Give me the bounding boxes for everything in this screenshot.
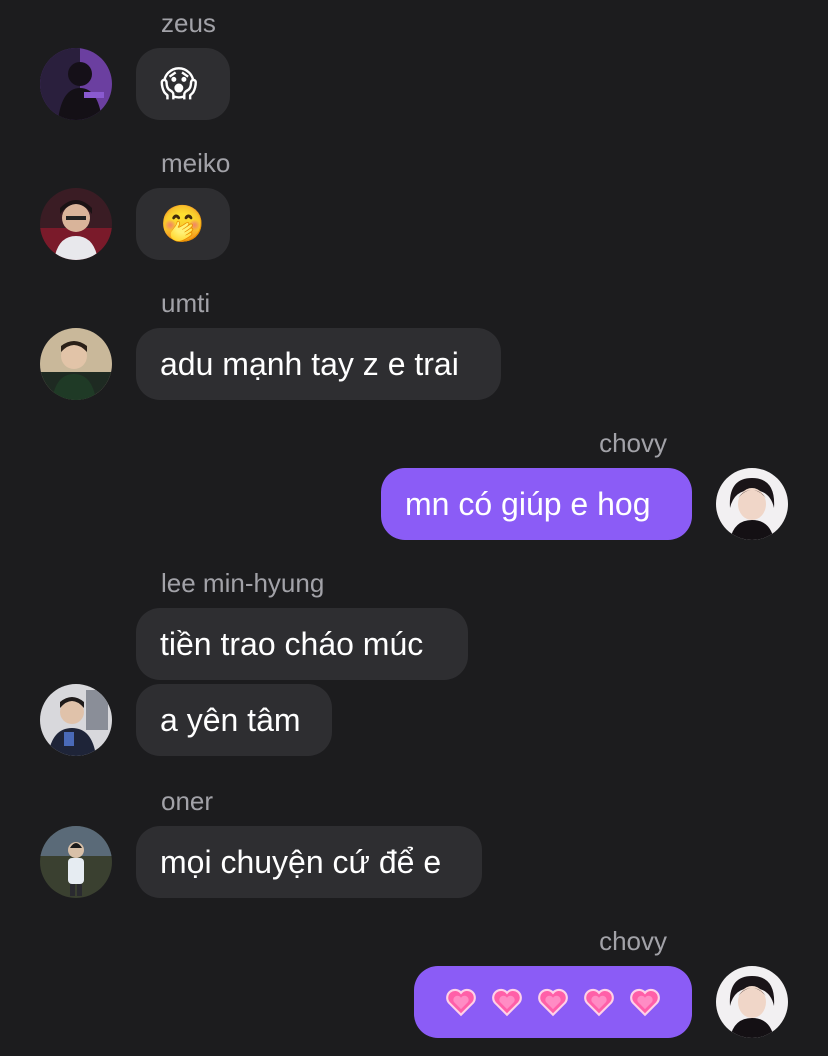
growing-heart-icon: [584, 988, 614, 1017]
message-text: adu mạnh tay z e trai: [160, 345, 459, 382]
avatar-image: [40, 48, 112, 120]
screaming-face-emoji: 😱: [160, 63, 198, 104]
sender-name: chovy: [599, 428, 667, 458]
avatar-image: [40, 684, 112, 756]
sender-name: zeus: [161, 8, 216, 38]
message-bubble[interactable]: mn có giúp e hog: [381, 468, 692, 540]
face-with-hand-over-mouth-emoji: 🤭: [160, 203, 205, 244]
avatar[interactable]: [716, 966, 788, 1038]
hearts-row: [438, 985, 668, 1019]
avatar[interactable]: [40, 684, 112, 756]
avatar-image: [40, 328, 112, 400]
sender-name: oner: [161, 786, 214, 816]
growing-heart-icon: [538, 988, 568, 1017]
chat-thread: zeus 😱 meiko 🤭 umti adu mạnh tay z e tra…: [0, 0, 828, 1056]
message-bubble[interactable]: 😱: [136, 48, 230, 120]
avatar[interactable]: [716, 468, 788, 540]
avatar-image: [40, 188, 112, 260]
avatar[interactable]: [40, 328, 112, 400]
avatar-image: [40, 826, 112, 898]
message-text: a yên tâm: [160, 701, 301, 738]
message-bubble[interactable]: adu mạnh tay z e trai: [136, 328, 501, 400]
growing-heart-icon: [446, 988, 476, 1017]
sender-name: lee min-hyung: [161, 568, 325, 598]
message-text: mn có giúp e hog: [405, 485, 651, 522]
message-text: mọi chuyện cứ để e: [160, 843, 442, 880]
message-text: tiền trao cháo múc: [160, 625, 424, 662]
message-bubble[interactable]: 🤭: [136, 188, 230, 260]
avatar-image: [716, 966, 788, 1038]
avatar[interactable]: [40, 188, 112, 260]
avatar-image: [716, 468, 788, 540]
sender-name: meiko: [161, 148, 231, 178]
avatar[interactable]: [40, 48, 112, 120]
growing-heart-icon: [630, 988, 660, 1017]
message-bubble[interactable]: a yên tâm: [136, 684, 332, 756]
growing-heart-icon: [492, 988, 522, 1017]
sender-name: umti: [161, 288, 211, 318]
message-bubble[interactable]: mọi chuyện cứ để e: [136, 826, 482, 898]
sender-name: chovy: [599, 926, 667, 956]
message-bubble[interactable]: tiền trao cháo múc: [136, 608, 468, 680]
message-bubble[interactable]: [414, 966, 692, 1038]
avatar[interactable]: [40, 826, 112, 898]
